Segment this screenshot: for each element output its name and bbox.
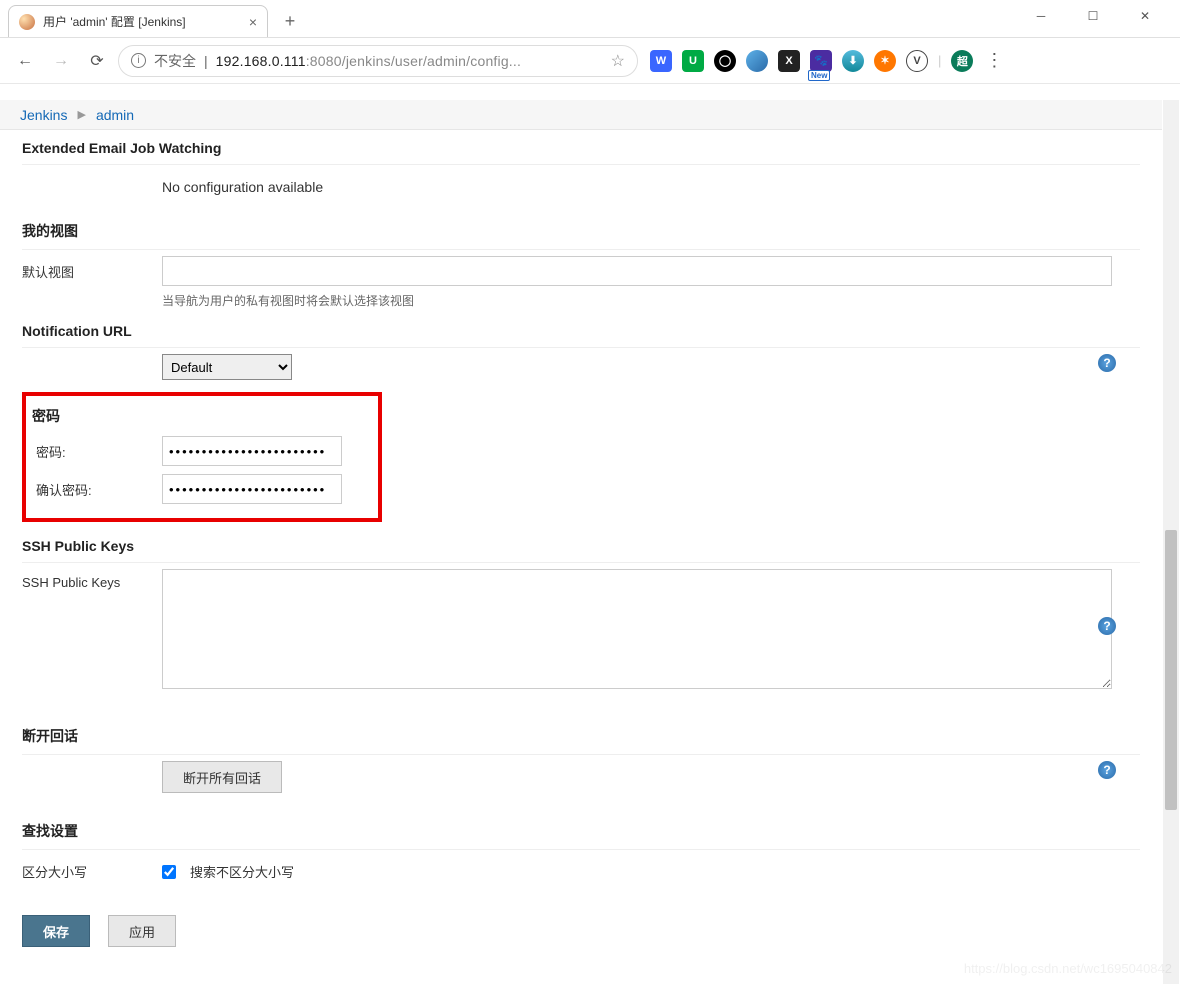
tab-title: 用户 'admin' 配置 [Jenkins]	[43, 13, 186, 30]
forward-button[interactable]: →	[46, 46, 76, 76]
jenkins-favicon	[19, 14, 35, 30]
url-text: 192.168.0.111:8080/jenkins/user/admin/co…	[216, 53, 521, 69]
extension-w-icon[interactable]: W	[650, 50, 672, 72]
case-sensitivity-row: 区分大小写 搜索不区分大小写	[22, 850, 1140, 893]
browser-menu-icon[interactable]: ⋮	[979, 50, 1009, 71]
extension-u-icon[interactable]: U	[682, 50, 704, 72]
extension-o-icon[interactable]: ◯	[714, 50, 736, 72]
default-view-label: 默认视图	[22, 256, 162, 281]
profile-avatar[interactable]: 超	[951, 50, 973, 72]
extension-download-icon[interactable]: ⬇	[842, 50, 864, 72]
reload-button[interactable]: ⟳	[82, 46, 112, 76]
form-actions: 保存 应用	[22, 915, 1140, 947]
extension-v-icon[interactable]: V	[906, 50, 928, 72]
terminate-all-sessions-button[interactable]: 断开所有回话	[162, 761, 282, 793]
confirm-password-input[interactable]	[162, 474, 342, 504]
maximize-icon[interactable]: ☐	[1076, 3, 1110, 29]
notification-url-row: Default ?	[22, 348, 1140, 386]
password-input[interactable]	[162, 436, 342, 466]
insecure-label: 不安全	[154, 51, 196, 71]
section-password-title: 密码	[32, 406, 372, 432]
browser-chrome: 用户 'admin' 配置 [Jenkins] × + ─ ☐ ✕ ← → ⟳ …	[0, 0, 1180, 100]
case-sensitivity-label: 区分大小写	[22, 856, 162, 881]
section-ssh-title: SSH Public Keys	[22, 530, 1140, 560]
ssh-label: SSH Public Keys	[22, 569, 162, 590]
tab-strip: 用户 'admin' 配置 [Jenkins] × +	[8, 0, 1024, 37]
info-icon: i	[131, 53, 146, 68]
browser-titlebar: 用户 'admin' 配置 [Jenkins] × + ─ ☐ ✕	[0, 0, 1180, 38]
confirm-password-label: 确认密码:	[32, 474, 162, 499]
extension-od-icon[interactable]	[746, 50, 768, 72]
case-insensitive-help: 搜索不区分大小写	[190, 862, 294, 881]
vertical-scrollbar-thumb[interactable]	[1165, 530, 1177, 810]
watermark: https://blog.csdn.net/wc1695040842	[964, 961, 1172, 976]
close-window-icon[interactable]: ✕	[1128, 3, 1162, 29]
ssh-row: SSH Public Keys ?	[22, 563, 1140, 698]
apply-button[interactable]: 应用	[108, 915, 176, 947]
new-tab-button[interactable]: +	[276, 7, 304, 35]
confirm-password-row: 确认密码:	[32, 470, 372, 508]
url-box[interactable]: i 不安全 | 192.168.0.111:8080/jenkins/user/…	[118, 45, 638, 77]
help-icon[interactable]: ?	[1098, 761, 1116, 779]
help-icon[interactable]: ?	[1098, 617, 1116, 635]
ssh-public-keys-textarea[interactable]	[162, 569, 1112, 689]
default-view-help: 当导航为用户的私有视图时将会默认选择该视图	[162, 292, 1140, 309]
minimize-icon[interactable]: ─	[1024, 3, 1058, 29]
chevron-right-icon: ▶	[77, 108, 85, 121]
section-my-views-title: 我的视图	[22, 213, 1140, 247]
browser-tab-active[interactable]: 用户 'admin' 配置 [Jenkins] ×	[8, 5, 268, 37]
notification-url-select[interactable]: Default	[162, 354, 292, 380]
window-controls: ─ ☐ ✕	[1024, 3, 1172, 37]
breadcrumb-user[interactable]: admin	[96, 107, 134, 123]
default-view-input[interactable]	[162, 256, 1112, 286]
extension-x-icon[interactable]: X	[778, 50, 800, 72]
section-notification-url-title: Notification URL	[22, 315, 1140, 345]
help-icon[interactable]: ?	[1098, 354, 1116, 372]
section-terminate-title: 断开回话	[22, 718, 1140, 752]
extension-cat-icon[interactable]: 🐾	[810, 50, 832, 72]
save-button[interactable]: 保存	[22, 915, 90, 947]
password-row: 密码:	[32, 432, 372, 470]
breadcrumb: Jenkins ▶ admin	[0, 100, 1162, 130]
breadcrumb-root[interactable]: Jenkins	[20, 107, 67, 123]
address-bar: ← → ⟳ i 不安全 | 192.168.0.111:8080/jenkins…	[0, 38, 1180, 84]
section-email-watch-title: Extended Email Job Watching	[22, 132, 1140, 162]
page-content: Jenkins ▶ admin Extended Email Job Watch…	[0, 100, 1162, 984]
password-label: 密码:	[32, 436, 162, 461]
separator: |	[204, 53, 208, 69]
email-watch-message: No configuration available	[22, 165, 1140, 213]
extension-sun-icon[interactable]: ✶	[874, 50, 896, 72]
default-view-row: 默认视图 当导航为用户的私有视图时将会默认选择该视图	[22, 250, 1140, 315]
config-form: Extended Email Job Watching No configura…	[0, 130, 1162, 967]
section-search-title: 查找设置	[22, 813, 1140, 847]
bookmark-star-icon[interactable]: ☆	[611, 51, 625, 71]
vertical-scrollbar-track[interactable]	[1163, 100, 1179, 984]
terminate-row: 断开所有回话 ?	[22, 755, 1140, 799]
close-tab-icon[interactable]: ×	[249, 14, 257, 30]
case-insensitive-checkbox[interactable]	[162, 865, 176, 879]
back-button[interactable]: ←	[10, 46, 40, 76]
extension-icons: W U ◯ X 🐾 ⬇ ✶ V | 超	[650, 50, 973, 72]
password-highlight-box: 密码 密码: 确认密码:	[22, 392, 382, 522]
page-viewport: Jenkins ▶ admin Extended Email Job Watch…	[0, 100, 1180, 984]
